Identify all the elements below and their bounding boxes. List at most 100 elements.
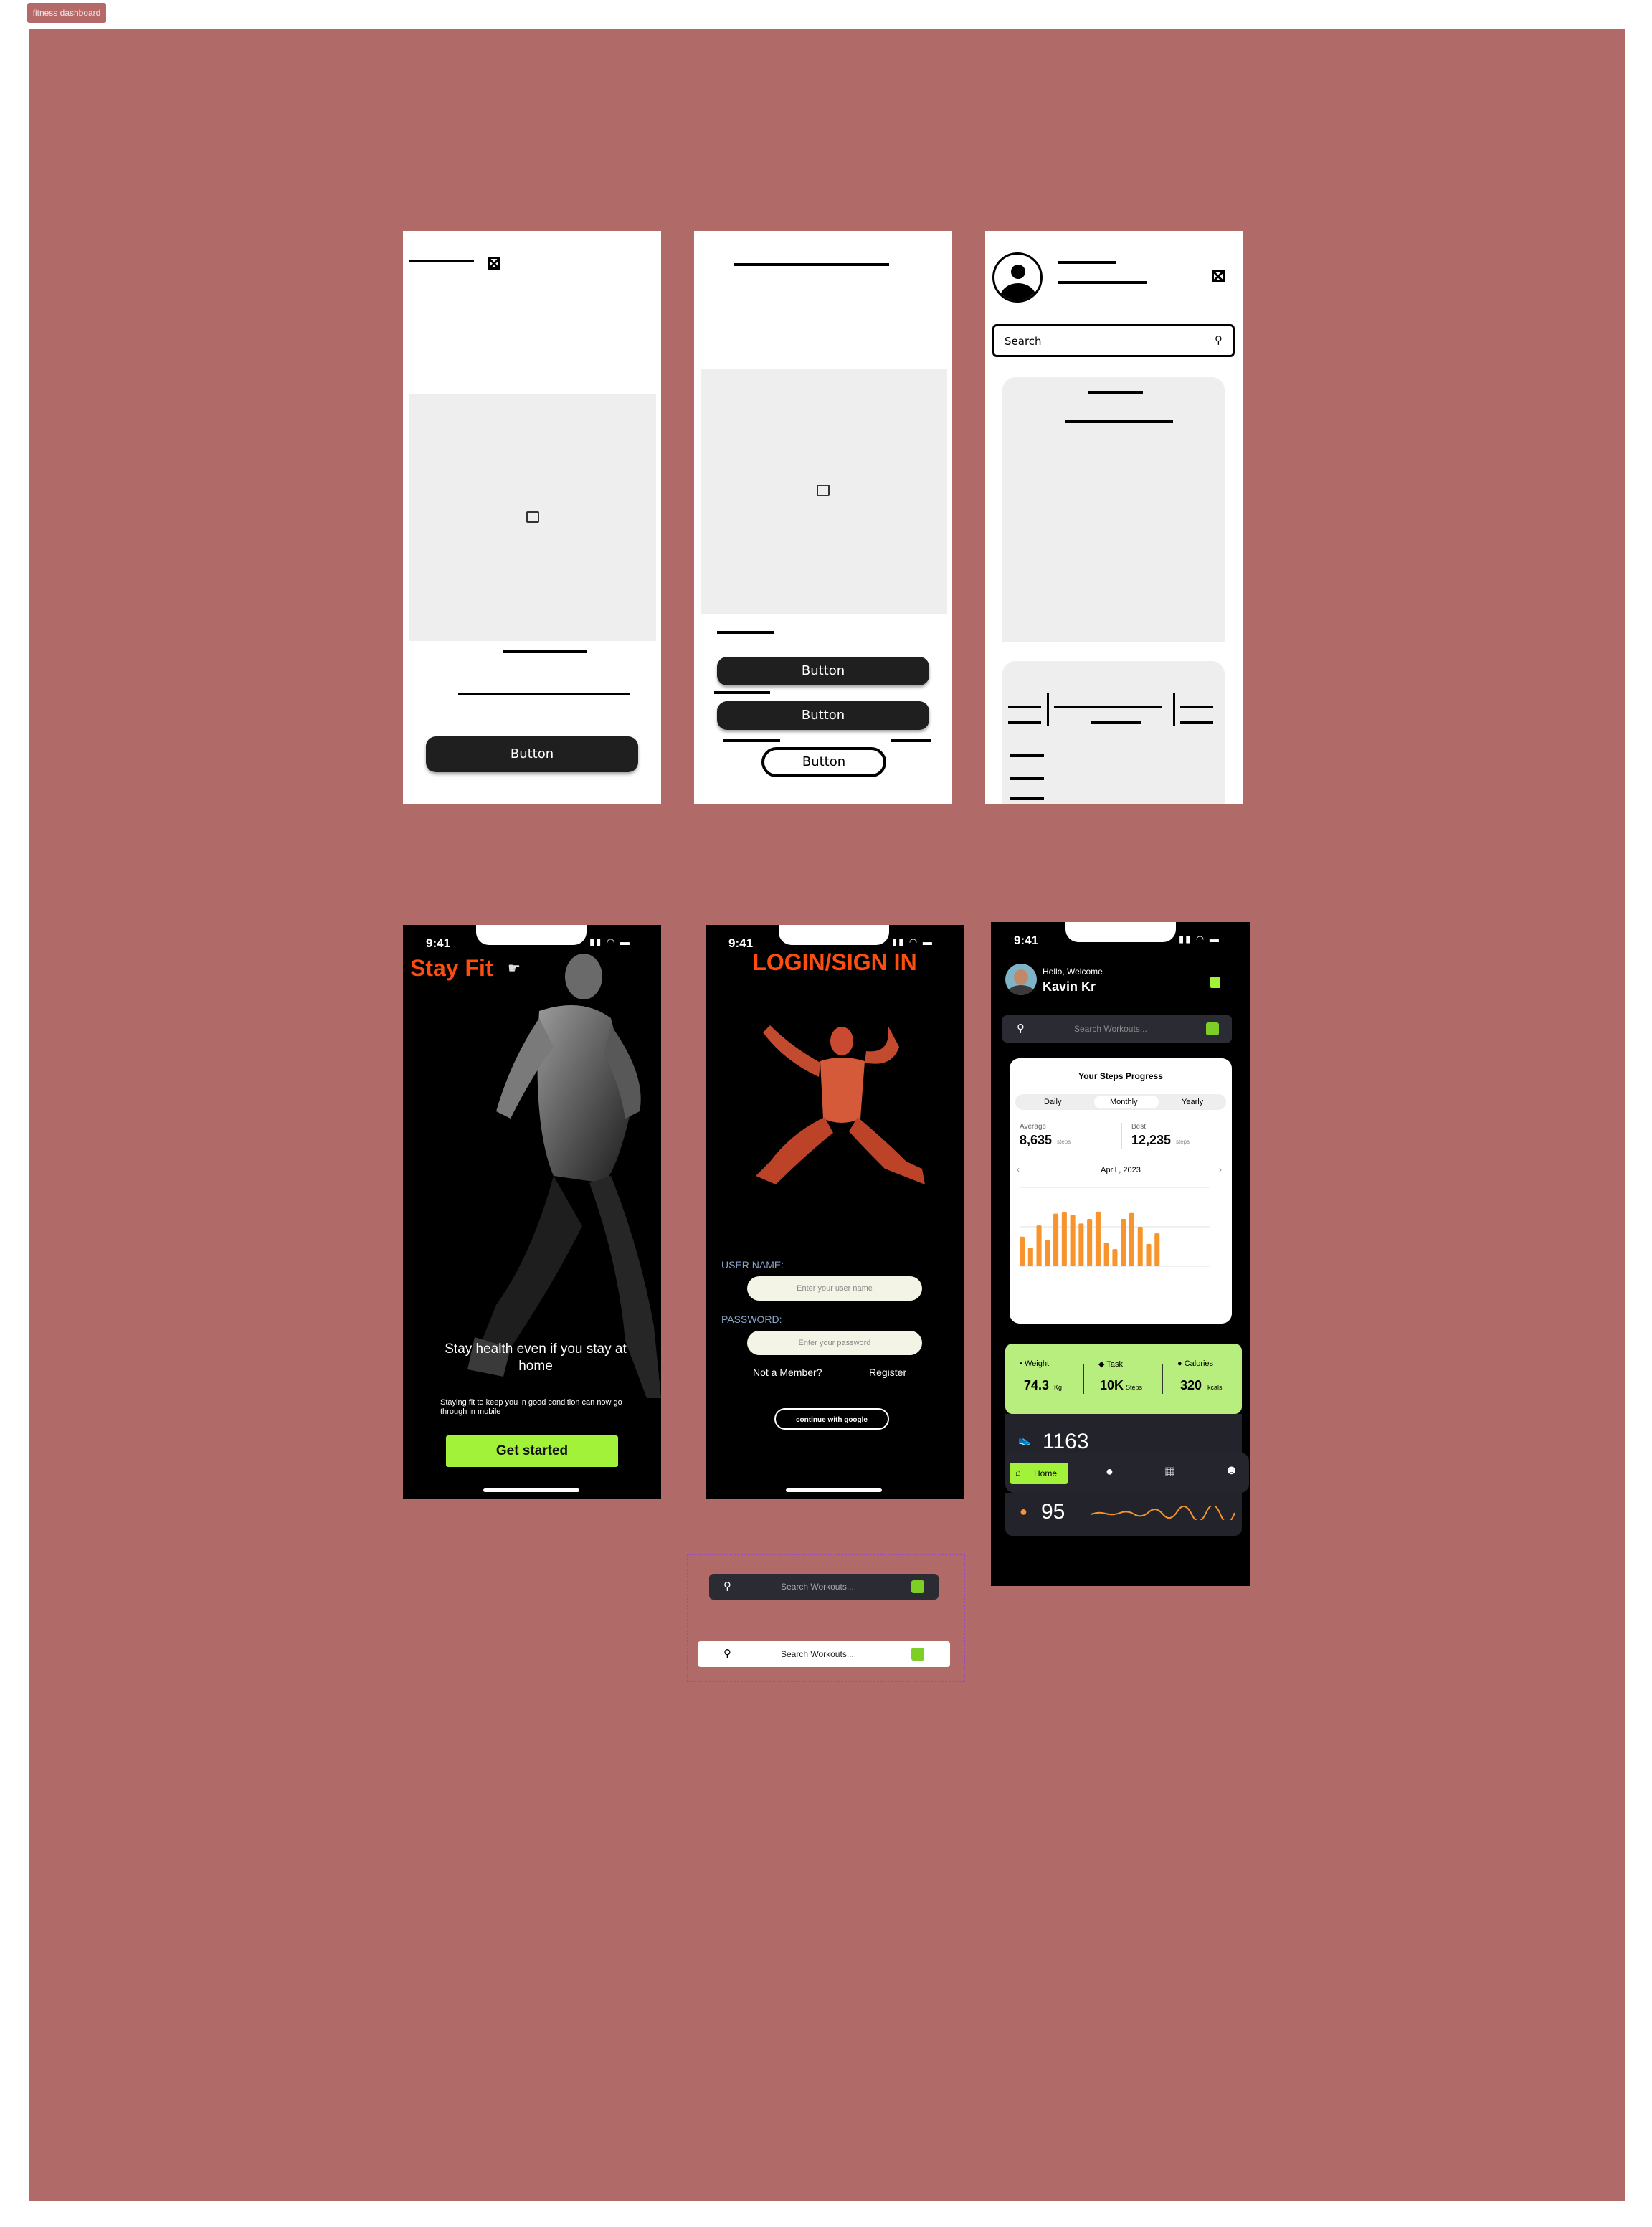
not-member-text: Not a Member?: [753, 1367, 822, 1378]
bar: [1045, 1240, 1050, 1266]
best-value: 12,235: [1131, 1133, 1172, 1147]
password-label: PASSWORD:: [721, 1314, 782, 1325]
bar: [1087, 1219, 1093, 1266]
hand-icon: ☛: [508, 961, 521, 977]
weight-unit: Kg: [1054, 1384, 1063, 1391]
image-icon: [817, 485, 830, 496]
dashboard-screen: 9:41 ▮▮ ◠ ▬ Hello, Welcome Kavin Kr ⚲ Se…: [991, 922, 1250, 1586]
bar: [1154, 1233, 1160, 1266]
card-placeholder: [1002, 377, 1225, 642]
tab-monthly[interactable]: Monthly: [1110, 1098, 1138, 1106]
wf-text-line: [458, 693, 630, 695]
search-input[interactable]: Search ⚲: [992, 324, 1235, 357]
search-icon[interactable]: ⚲: [723, 1580, 731, 1592]
task-value: 10K: [1100, 1378, 1124, 1392]
search-placeholder: Search Workouts...: [781, 1582, 854, 1592]
image-icon: [526, 511, 539, 523]
wf-subtitle-line: [1058, 281, 1147, 284]
image-placeholder: [409, 394, 656, 641]
heart-count: 95: [1041, 1500, 1065, 1524]
notch: [1065, 922, 1176, 942]
avatar[interactable]: [992, 252, 1043, 303]
divider: [1121, 1123, 1122, 1149]
close-icon[interactable]: [1212, 270, 1225, 282]
steps-count: 1163: [1043, 1430, 1089, 1453]
headline: Stay health even if you stay at home: [445, 1342, 627, 1374]
filter-icon[interactable]: [1206, 1022, 1219, 1035]
bar: [1020, 1236, 1025, 1266]
group-icon[interactable]: ☻: [1225, 1463, 1238, 1478]
calendar-icon[interactable]: ▦: [1164, 1464, 1175, 1478]
button-1[interactable]: Button: [717, 657, 929, 685]
search-bar[interactable]: ⚲ Search Workouts...: [1002, 1015, 1232, 1043]
app-title: Stay Fit: [410, 955, 493, 981]
weight-label: ▪ Weight: [1020, 1359, 1050, 1368]
bar: [1129, 1212, 1134, 1266]
divider: [1173, 693, 1175, 726]
drop-icon: ●: [1020, 1504, 1027, 1519]
bar: [1027, 1248, 1033, 1266]
divider: [1083, 1364, 1084, 1394]
next-month-icon[interactable]: ›: [1219, 1164, 1222, 1174]
wf-name-line: [1058, 261, 1116, 264]
filter-icon[interactable]: [911, 1580, 924, 1593]
bar: [1112, 1249, 1118, 1266]
wf-title-line: [409, 260, 474, 262]
close-icon[interactable]: [488, 257, 500, 270]
avatar-head: [1011, 265, 1025, 279]
wireframe-screen-3: Search ⚲: [985, 231, 1243, 804]
primary-button[interactable]: Button: [426, 736, 638, 772]
card-title: Your Steps Progress: [1078, 1071, 1163, 1081]
nav-home[interactable]: ⌂ Home: [1010, 1463, 1068, 1484]
calories-unit: kcals: [1207, 1384, 1223, 1391]
wf-text-line: [717, 631, 774, 634]
search-icon[interactable]: ⚲: [1017, 1022, 1025, 1035]
frame-label[interactable]: fitness dashboard: [27, 3, 106, 23]
search-bar-light[interactable]: ⚲ Search Workouts...: [698, 1641, 950, 1667]
search-bar-dark[interactable]: ⚲ Search Workouts...: [709, 1574, 939, 1600]
image-placeholder: [701, 369, 947, 614]
bar: [1036, 1225, 1042, 1266]
wf-text-line: [503, 650, 587, 653]
wf-text-line: [723, 739, 780, 742]
notch: [779, 925, 889, 945]
get-started-button[interactable]: Get started: [446, 1435, 618, 1467]
bar: [1053, 1213, 1059, 1266]
google-button[interactable]: continue with google: [774, 1408, 889, 1430]
month-label: April , 2023: [1101, 1166, 1141, 1174]
username-label: USER NAME:: [721, 1259, 784, 1271]
avatar-shirt: [1008, 985, 1034, 995]
register-link[interactable]: Register: [869, 1367, 906, 1378]
search-placeholder: Search: [1005, 335, 1042, 348]
tab-daily[interactable]: Daily: [1044, 1098, 1061, 1106]
period-tabs: Daily Monthly Yearly: [1015, 1094, 1226, 1110]
wf-title-line: [734, 263, 889, 266]
tab-yearly[interactable]: Yearly: [1182, 1098, 1203, 1106]
wf-text-line: [1091, 721, 1141, 724]
wf-text-line: [1180, 706, 1213, 708]
button-3-outline[interactable]: Button: [761, 747, 886, 777]
average-label: Average: [1020, 1123, 1047, 1131]
calories-value: 320: [1180, 1378, 1202, 1392]
best-unit: steps: [1176, 1139, 1190, 1145]
average-value: 8,635: [1020, 1133, 1053, 1147]
user-avatar[interactable]: [1005, 964, 1037, 995]
avatar-body: [1000, 283, 1036, 300]
search-icon[interactable]: ⚲: [1215, 333, 1223, 346]
profile-icon[interactable]: ●: [1106, 1464, 1114, 1479]
button-2[interactable]: Button: [717, 701, 929, 730]
logout-icon[interactable]: [1210, 977, 1220, 988]
nav-home-label: Home: [1034, 1468, 1058, 1478]
wf-text-line: [1008, 721, 1041, 724]
home-indicator: [786, 1488, 882, 1492]
bar: [1103, 1243, 1109, 1266]
password-input[interactable]: Enter your password: [747, 1331, 922, 1355]
onboarding-screen: 9:41 ▮▮ ◠ ▬ Stay Fit ☛ Stay health even …: [403, 925, 661, 1499]
bar: [1121, 1219, 1126, 1266]
wireframe-screen-1: Button: [403, 231, 661, 804]
wf-text-line: [1065, 420, 1173, 423]
divider: [1047, 693, 1049, 726]
filter-icon[interactable]: [911, 1648, 924, 1661]
username-input[interactable]: Enter your user name: [747, 1276, 922, 1301]
search-icon[interactable]: ⚲: [723, 1647, 731, 1660]
